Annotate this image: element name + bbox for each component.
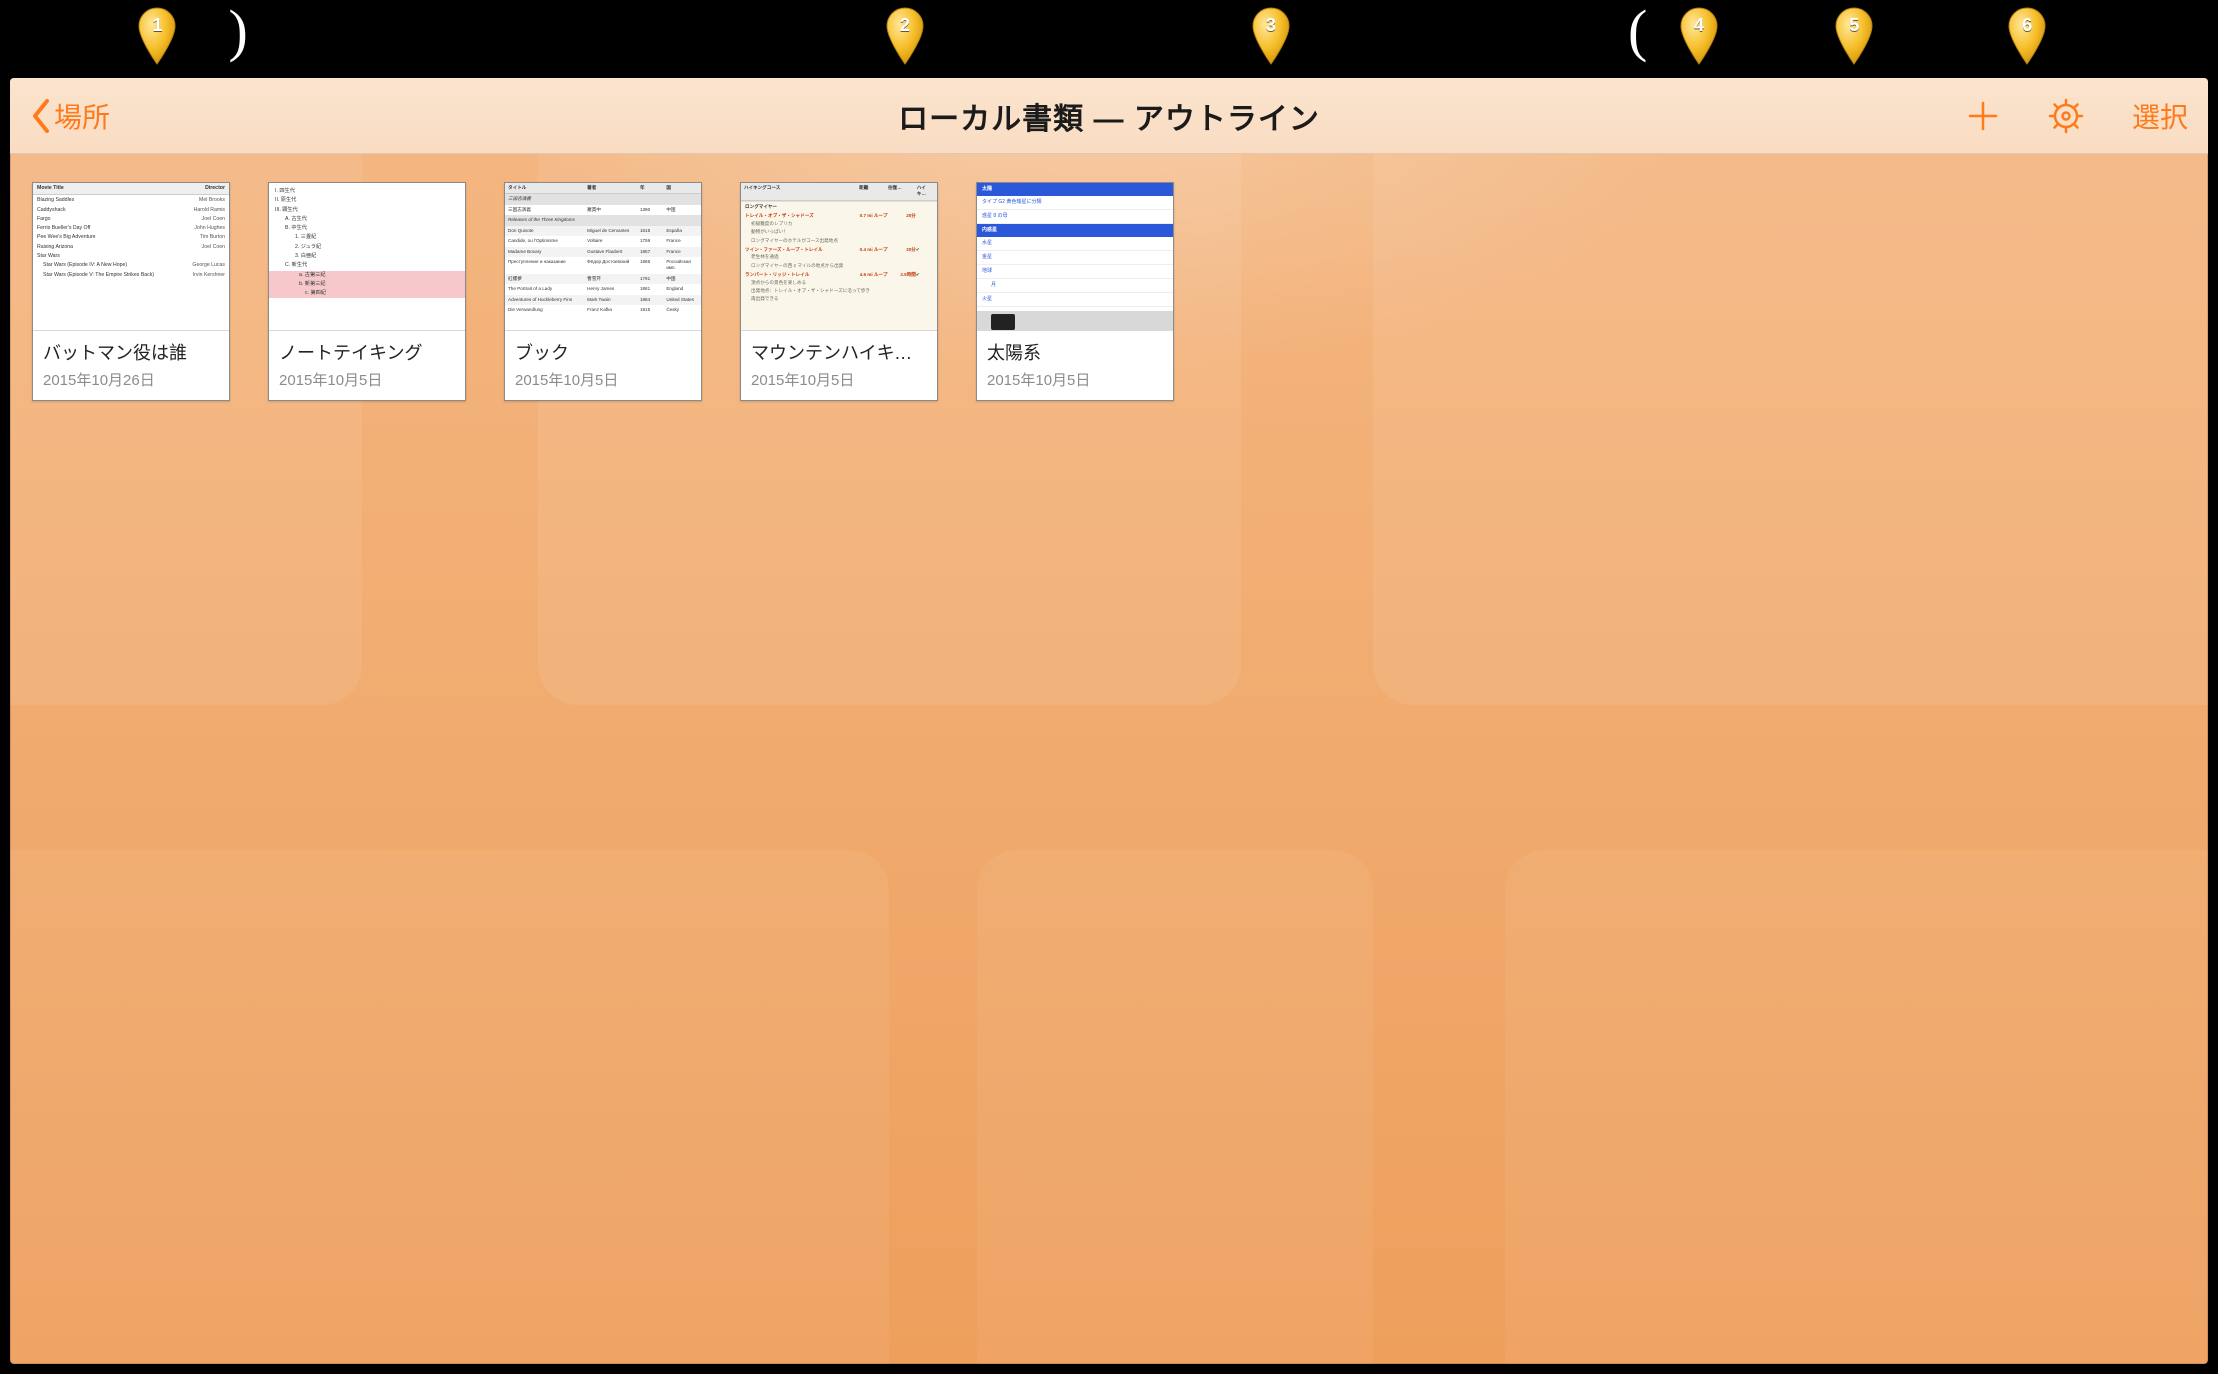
document-item[interactable]: タイトル著者年国 三国志演義 三国志演義羅貫中1390中国 Releases o… <box>504 182 702 401</box>
document-item[interactable]: I. 四生代 II. 原生代 III. 顕生代 A. 古生代 B. 中生代 1.… <box>268 182 466 401</box>
document-title: ブック <box>515 339 691 365</box>
document-title: 太陽系 <box>987 339 1163 365</box>
marker-2: 2 <box>883 6 927 66</box>
marker-3: 3 <box>1249 6 1293 66</box>
chevron-left-icon <box>30 98 52 134</box>
marker-6: 6 <box>2005 6 2049 66</box>
document-title: ノートテイキング <box>279 339 455 365</box>
back-label: 場所 <box>54 96 110 136</box>
select-button[interactable]: 選択 <box>2132 96 2188 136</box>
document-grid: Movie TitleDirector Blazing SaddlesMel B… <box>10 154 2208 429</box>
add-button[interactable] <box>1966 99 2000 133</box>
navbar: 場所 ローカル書類 — アウトライン <box>10 78 2208 154</box>
gear-icon <box>2048 98 2084 134</box>
page-title: ローカル書類 — アウトライン <box>898 94 1320 138</box>
paren-right: ) <box>228 2 247 60</box>
paren-left: ( <box>1628 2 1647 60</box>
document-date: 2015年10月26日 <box>43 369 219 390</box>
document-date: 2015年10月5日 <box>515 369 691 390</box>
document-thumbnail: 太陽 タイプ G2 黄色矮星に分類 惑星 8 の母 内惑星 水星 金星 地球 月… <box>977 183 1173 331</box>
document-item[interactable]: ハイキングコース距離往復…ハイキ… ロングマイヤー トレイル・オブ・ザ・シャドー… <box>740 182 938 401</box>
document-title: マウンテンハイキング <box>751 339 927 365</box>
annotation-strip: ) ( 1 2 3 4 5 6 <box>0 0 2218 78</box>
marker-5: 5 <box>1832 6 1876 66</box>
plus-icon <box>1966 99 2000 133</box>
document-item[interactable]: 太陽 タイプ G2 黄色矮星に分類 惑星 8 の母 内惑星 水星 金星 地球 月… <box>976 182 1174 401</box>
marker-4: 4 <box>1677 6 1721 66</box>
document-date: 2015年10月5日 <box>987 369 1163 390</box>
app-window: 場所 ローカル書類 — アウトライン <box>10 78 2208 1364</box>
document-title: バットマン役は誰 <box>43 339 219 365</box>
document-thumbnail: Movie TitleDirector Blazing SaddlesMel B… <box>33 183 229 331</box>
document-item[interactable]: Movie TitleDirector Blazing SaddlesMel B… <box>32 182 230 401</box>
document-thumbnail: タイトル著者年国 三国志演義 三国志演義羅貫中1390中国 Releases o… <box>505 183 701 331</box>
marker-1: 1 <box>135 6 179 66</box>
settings-button[interactable] <box>2048 98 2084 134</box>
document-thumbnail: I. 四生代 II. 原生代 III. 顕生代 A. 古生代 B. 中生代 1.… <box>269 183 465 331</box>
nav-right: 選択 <box>1966 96 2188 136</box>
document-thumbnail: ハイキングコース距離往復…ハイキ… ロングマイヤー トレイル・オブ・ザ・シャドー… <box>741 183 937 331</box>
document-date: 2015年10月5日 <box>279 369 455 390</box>
document-date: 2015年10月5日 <box>751 369 927 390</box>
back-button[interactable]: 場所 <box>30 96 110 136</box>
